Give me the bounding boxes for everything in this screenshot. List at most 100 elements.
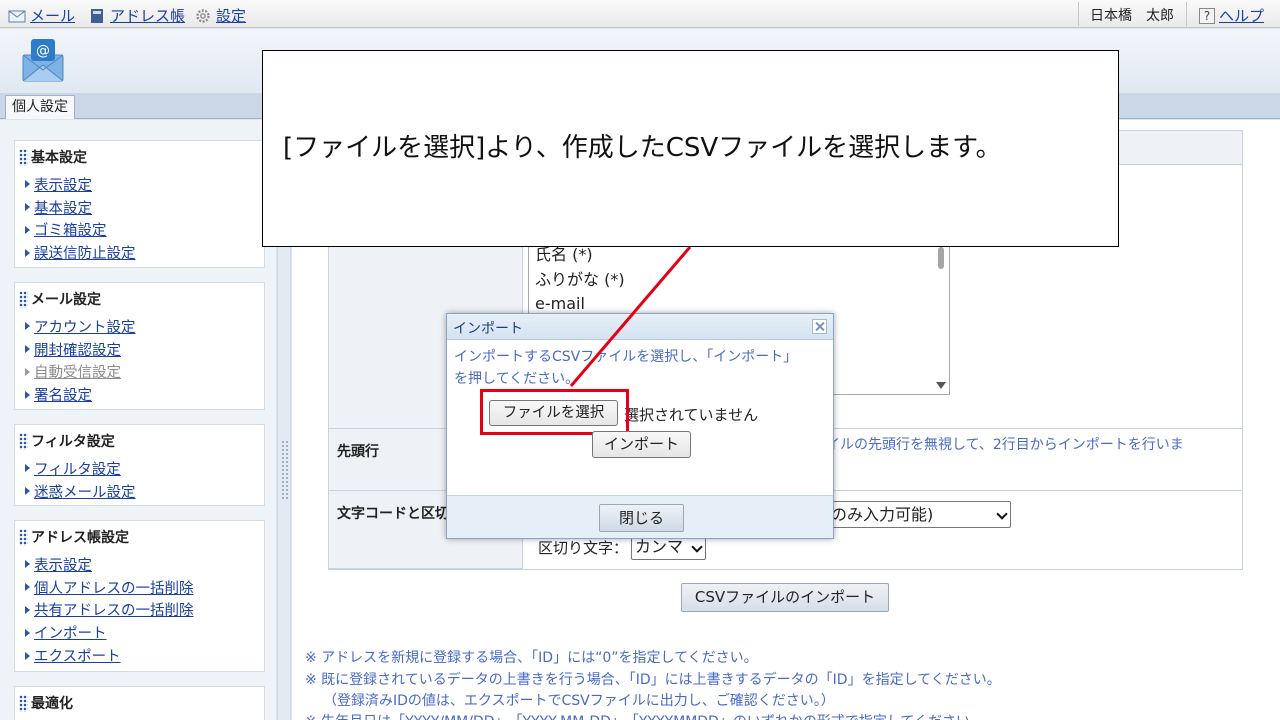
grip-icon [19, 290, 28, 308]
sidebar-item-display[interactable]: 表示設定 [25, 173, 264, 196]
grip-icon [19, 528, 28, 546]
section-title: フィルタ設定 [31, 434, 115, 450]
sidebar-item-read-receipt[interactable]: 開封確認設定 [25, 338, 264, 361]
note-export-check: （登録済みIDの値は、エクスポートでCSVファイルに出力し、ご確認ください。） [323, 693, 835, 709]
sidebar-section-mail: メール設定 アカウント設定 開封確認設定 自動受信設定 署名設定 [14, 282, 265, 410]
sidebar-item-label[interactable]: フィルタ設定 [34, 458, 121, 479]
separator [1186, 2, 1187, 26]
svg-text:@: @ [36, 43, 50, 59]
arrow-icon [25, 248, 30, 257]
dialog-close-button[interactable]: 閉じる [599, 504, 684, 532]
encoding-label: 文字コードと区切 [337, 506, 449, 522]
first-row-label: 先頭行 [337, 444, 379, 460]
dialog-message-line: を押してください。 [454, 371, 580, 387]
arrow-icon [25, 180, 30, 189]
help-nav[interactable]: ? ヘルプ [1199, 5, 1264, 26]
scroll-thumb[interactable] [938, 247, 944, 269]
sidebar-item-trash[interactable]: ゴミ箱設定 [25, 219, 264, 242]
splitter-grip-icon [281, 440, 289, 500]
sidebar-item-label[interactable]: 個人アドレスの一括削除 [34, 577, 194, 598]
listbox-scrollbar[interactable] [935, 243, 947, 391]
arrow-icon [25, 203, 30, 212]
arrow-icon [25, 390, 30, 399]
sidebar-item-label[interactable]: 基本設定 [34, 197, 92, 218]
mail-icon [8, 10, 26, 22]
sidebar-item-signature[interactable]: 署名設定 [25, 383, 264, 406]
sidebar-item-label[interactable]: 迷惑メール設定 [34, 481, 136, 502]
addressbook-icon [91, 8, 103, 23]
dialog-title: インポート [453, 321, 523, 337]
list-item[interactable]: ふりがな (*) [535, 268, 943, 293]
no-file-selected-text: 選択されていません [624, 406, 759, 424]
sidebar-item-import[interactable]: インポート [25, 621, 264, 644]
sidebar-item-label[interactable]: エクスポート [34, 645, 121, 666]
arrow-icon [25, 225, 30, 234]
sidebar-item-label[interactable]: 開封確認設定 [34, 339, 121, 360]
dialog-import-button[interactable]: インポート [592, 431, 691, 458]
csv-import-button[interactable]: CSVファイルのインポート [681, 583, 889, 612]
settings-link[interactable]: 設定 [216, 5, 246, 26]
close-icon[interactable] [812, 319, 827, 334]
highlight-box [480, 389, 629, 435]
sidebar-item-label[interactable]: アカウント設定 [34, 316, 136, 337]
section-title: アドレス帳設定 [31, 530, 129, 546]
sidebar-item-label[interactable]: 表示設定 [34, 554, 92, 575]
chevron-down-icon [996, 508, 1008, 520]
sidebar-item-export[interactable]: エクスポート [25, 644, 264, 667]
sidebar-item-label[interactable]: 表示設定 [34, 174, 92, 195]
sidebar-item-spam[interactable]: 迷惑メール設定 [25, 480, 264, 503]
sidebar-item-auto-receive: 自動受信設定 [25, 361, 264, 384]
gear-icon [196, 8, 210, 23]
sidebar-item-label[interactable]: 誤送信防止設定 [34, 242, 136, 263]
mail-logo-icon: @ [22, 39, 64, 82]
sidebar-item-label: 自動受信設定 [34, 365, 121, 382]
encoding-select[interactable]: のみ入力可能) [826, 501, 1011, 528]
scroll-down-icon[interactable] [936, 382, 946, 389]
sidebar-item-label[interactable]: インポート [34, 622, 107, 643]
help-icon: ? [1199, 7, 1215, 24]
sidebar-section-optimize: 最適化 [14, 686, 265, 720]
addressbook-nav[interactable]: アドレス帳 [88, 5, 185, 26]
note-birthdate-format: ※ 生年月日は「YYYY/MM/DD」、「YYYY-MM-DD」、「YYYYMM… [305, 711, 984, 720]
callout-text: [ファイルを選択]より、作成したCSVファイルを選択します。 [283, 133, 1002, 163]
sidebar-item-label[interactable]: 共有アドレスの一括削除 [34, 599, 194, 620]
note-overwrite-id: ※ 既に登録されているデータの上書きを行う場合、「ID」には上書きするデータの「… [305, 672, 1001, 688]
sidebar-item-label[interactable]: 署名設定 [34, 384, 92, 405]
sidebar-item-filter[interactable]: フィルタ設定 [25, 457, 264, 480]
sidebar-item-personal-bulk-delete[interactable]: 個人アドレスの一括削除 [25, 576, 264, 599]
import-dialog: インポート インポートするCSVファイルを選択し、「インポート」 を押してくださ… [446, 313, 834, 539]
first-row-description: イルの先頭行を無視して、2行目からインポートを行いま [826, 437, 1184, 453]
sidebar: 基本設定 表示設定 基本設定 ゴミ箱設定 誤送信防止設定 メール設定 アカウント… [0, 120, 276, 720]
sidebar-item-ab-display[interactable]: 表示設定 [25, 553, 264, 576]
tab-personal-settings[interactable]: 個人設定 [5, 95, 75, 119]
section-title: 基本設定 [31, 150, 87, 166]
sidebar-item-basic[interactable]: 基本設定 [25, 196, 264, 219]
delimiter-label: 区切り文字： [538, 539, 629, 557]
section-title: 最適化 [31, 696, 73, 712]
sidebar-item-account[interactable]: アカウント設定 [25, 315, 264, 338]
sidebar-item-missend[interactable]: 誤送信防止設定 [25, 241, 264, 264]
arrow-icon [25, 651, 30, 660]
grip-icon [19, 148, 28, 166]
delimiter-selected-value: カンマ [635, 537, 684, 556]
arrow-icon [25, 628, 30, 637]
arrow-icon [25, 583, 30, 592]
mail-link[interactable]: メール [30, 5, 75, 26]
mail-nav[interactable]: メール [8, 5, 75, 26]
sidebar-item-label[interactable]: ゴミ箱設定 [34, 219, 107, 240]
grip-icon [19, 694, 28, 712]
help-link[interactable]: ヘルプ [1219, 5, 1264, 26]
arrow-icon [25, 487, 30, 496]
arrow-icon [25, 605, 30, 614]
settings-nav[interactable]: 設定 [194, 5, 246, 26]
dialog-message-line: インポートするCSVファイルを選択し、「インポート」 [454, 349, 798, 365]
arrow-icon [25, 322, 30, 331]
sidebar-item-shared-bulk-delete[interactable]: 共有アドレスの一括削除 [25, 599, 264, 622]
addressbook-link[interactable]: アドレス帳 [110, 5, 185, 26]
dialog-message: インポートするCSVファイルを選択し、「インポート」 を押してください。 [454, 346, 824, 390]
grip-icon [19, 432, 28, 450]
arrow-icon [25, 464, 30, 473]
dialog-title-bar[interactable]: インポート [447, 314, 833, 340]
top-navigation-bar: メール アドレス帳 設定 日本橋 太郎 ? ヘルプ [0, 0, 1280, 28]
section-title: メール設定 [31, 292, 101, 308]
